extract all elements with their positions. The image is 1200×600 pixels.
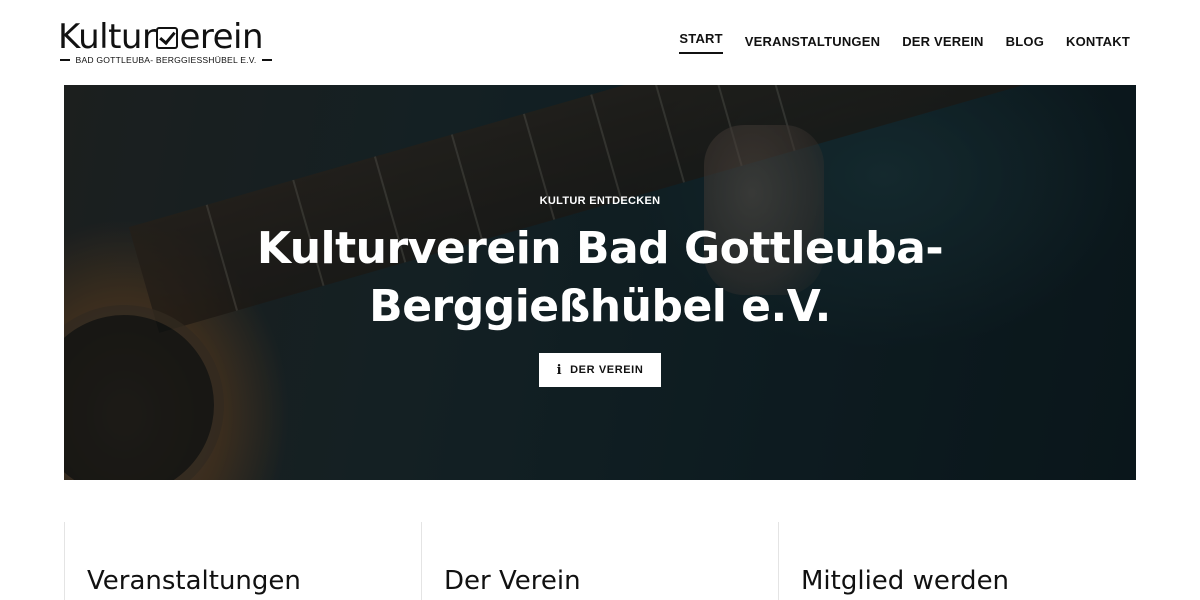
logo-subtitle: BAD GOTTLEUBA- BERGGIESSHÜBEL E.V. — [60, 55, 273, 65]
hero-banner: KULTUR ENTDECKEN Kulturverein Bad Gottle… — [64, 85, 1136, 480]
hero-title-line: Kulturverein Bad Gottleuba- — [256, 223, 944, 274]
info-icon: i — [556, 362, 563, 378]
hero-button-label: DER VEREIN — [570, 364, 644, 376]
main-nav: START VERANSTALTUNGEN DER VEREIN BLOG KO… — [679, 31, 1130, 55]
logo-subtitle-text: BAD GOTTLEUBA- BERGGIESSHÜBEL E.V. — [75, 55, 257, 65]
nav-item-blog[interactable]: BLOG — [1006, 34, 1044, 55]
site-logo[interactable]: Kultur erein BAD GOTTLEUBA- BERGGIESSHÜBE… — [58, 18, 278, 68]
der-verein-button[interactable]: i DER VEREIN — [539, 353, 661, 387]
logo-word-part: erein — [179, 17, 264, 57]
logo-rule — [60, 59, 70, 61]
feature-cards: Veranstaltungen Der Verein Mitglied werd… — [64, 522, 1136, 600]
card-title: Der Verein — [444, 566, 581, 596]
site-header: Kultur erein BAD GOTTLEUBA- BERGGIESSHÜBE… — [0, 0, 1200, 85]
hero-title-line: Berggießhübel e.V. — [369, 281, 831, 332]
card-title: Mitglied werden — [801, 566, 1010, 596]
hero-eyebrow: KULTUR ENTDECKEN — [539, 195, 661, 207]
nav-item-start[interactable]: START — [679, 31, 724, 54]
checkbox-check-icon — [156, 27, 179, 49]
hero-content: KULTUR ENTDECKEN Kulturverein Bad Gottle… — [64, 85, 1136, 480]
card-title: Veranstaltungen — [87, 566, 301, 596]
hero-title: Kulturverein Bad Gottleuba- Berggießhübe… — [64, 220, 1136, 336]
nav-item-veranstaltungen[interactable]: VERANSTALTUNGEN — [745, 34, 880, 55]
logo-word-part: Kultur — [58, 17, 156, 57]
card-veranstaltungen[interactable]: Veranstaltungen — [64, 522, 421, 600]
nav-item-kontakt[interactable]: KONTAKT — [1066, 34, 1130, 55]
logo-wordmark: Kultur erein — [58, 17, 264, 57]
card-mitglied-werden[interactable]: Mitglied werden — [778, 522, 1136, 600]
logo-rule — [262, 59, 273, 61]
card-der-verein[interactable]: Der Verein — [421, 522, 778, 600]
nav-item-der-verein[interactable]: DER VEREIN — [902, 34, 983, 55]
